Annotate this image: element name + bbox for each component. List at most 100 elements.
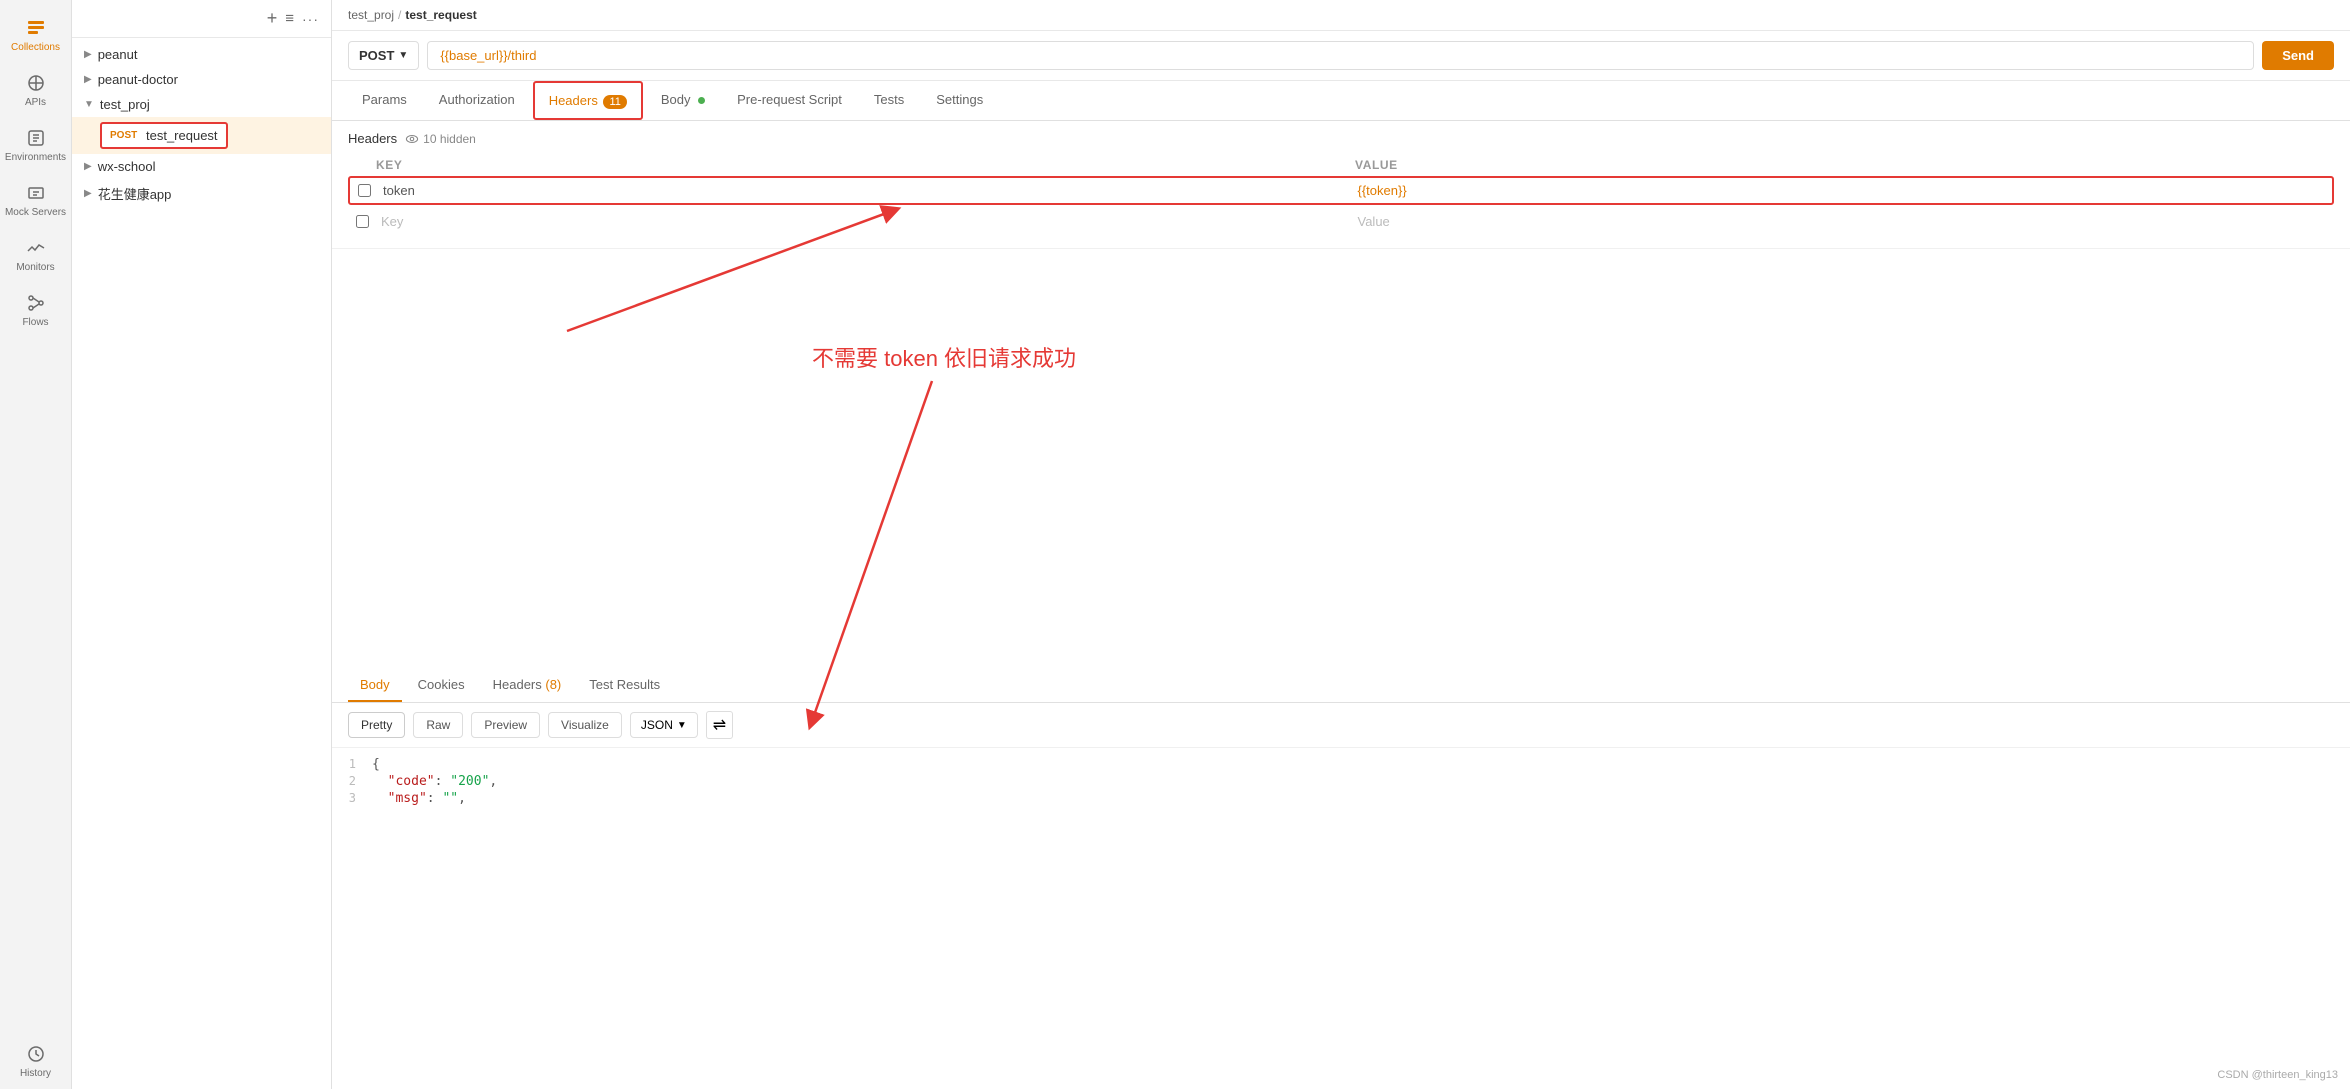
sidebar-item-apis[interactable]: APIs xyxy=(0,63,71,118)
hidden-badge: 10 hidden xyxy=(405,132,476,146)
tab-body[interactable]: Body xyxy=(647,82,719,119)
main-content: test_proj / test_request POST ▼ Send Par… xyxy=(332,0,2350,1089)
code-value-code: "200" xyxy=(450,774,489,789)
code-value-msg: "" xyxy=(442,791,458,806)
apis-icon xyxy=(26,73,46,93)
url-bar: POST ▼ Send xyxy=(332,31,2350,81)
header-row-token: token {{token}} xyxy=(348,176,2334,205)
sidebar-item-environments[interactable]: Environments xyxy=(0,118,71,173)
collection-item-peanut-doctor[interactable]: ▶ peanut-doctor xyxy=(72,67,331,92)
collection-item-peanut[interactable]: ▶ peanut xyxy=(72,42,331,67)
header-value-token: {{token}} xyxy=(1358,183,2333,198)
tab-settings[interactable]: Settings xyxy=(922,82,997,119)
tab-params-label: Params xyxy=(362,92,407,107)
sidebar-item-monitors[interactable]: Monitors xyxy=(0,228,71,283)
request-label: test_request xyxy=(146,128,218,143)
tab-settings-label: Settings xyxy=(936,92,983,107)
tab-params[interactable]: Params xyxy=(348,82,421,119)
value-col-header: VALUE xyxy=(1355,158,2334,172)
key-col-header: KEY xyxy=(348,158,1355,172)
chevron-right-icon: ▶ xyxy=(84,161,92,172)
collection-item-test-proj[interactable]: ▼ test_proj xyxy=(72,92,331,117)
breadcrumb-project: test_proj xyxy=(348,8,394,22)
collection-item-huasheng[interactable]: ▶ 花生健康app xyxy=(72,179,331,208)
sidebar-icons: Collections APIs Environments Mock Serve… xyxy=(0,0,72,1089)
more-button[interactable]: ··· xyxy=(302,11,319,27)
watermark: CSDN @thirteen_king13 xyxy=(2217,1069,2338,1081)
json-format-select[interactable]: JSON ▼ xyxy=(630,712,698,738)
format-pretty-button[interactable]: Pretty xyxy=(348,712,405,738)
method-dropdown-icon: ▼ xyxy=(398,50,408,61)
chevron-right-icon: ▶ xyxy=(84,188,92,199)
headers-badge: 11 xyxy=(603,95,626,109)
line-num-2: 2 xyxy=(332,774,372,788)
response-tab-body[interactable]: Body xyxy=(348,669,402,702)
format-preview-button[interactable]: Preview xyxy=(471,712,540,738)
monitors-icon xyxy=(26,238,46,258)
add-collection-button[interactable]: + xyxy=(267,8,278,29)
active-request-box: POST test_request xyxy=(100,122,228,149)
response-tab-headers[interactable]: Headers (8) xyxy=(481,669,574,702)
tab-headers[interactable]: Headers 11 xyxy=(533,81,643,120)
filter-button[interactable]: ≡ xyxy=(285,10,294,27)
collection-label: 花生健康app xyxy=(98,184,172,203)
header-checkbox-empty[interactable] xyxy=(356,215,369,228)
request-tabs: Params Authorization Headers 11 Body Pre… xyxy=(332,81,2350,121)
response-format-bar: Pretty Raw Preview Visualize JSON ▼ ⇌ xyxy=(332,703,2350,748)
response-tab-cookies-label: Cookies xyxy=(418,677,465,692)
collections-toolbar: + ≡ ··· xyxy=(72,0,331,38)
environments-label: Environments xyxy=(5,152,66,163)
tab-authorization[interactable]: Authorization xyxy=(425,82,529,119)
response-tab-cookies[interactable]: Cookies xyxy=(406,669,477,702)
tab-pre-request-script[interactable]: Pre-request Script xyxy=(723,82,856,119)
content-wrapper: Headers 10 hidden KEY VALUE token {{toke… xyxy=(332,121,2350,1089)
request-item-test-request[interactable]: POST test_request xyxy=(72,117,331,154)
sidebar-item-history[interactable]: History xyxy=(0,1034,71,1089)
sidebar-item-collections[interactable]: Collections xyxy=(0,8,71,63)
line-num-1: 1 xyxy=(332,757,372,771)
format-raw-button[interactable]: Raw xyxy=(413,712,463,738)
collections-panel: + ≡ ··· ▶ peanut ▶ peanut-doctor ▼ test_… xyxy=(72,0,332,1089)
header-key-empty: Key xyxy=(377,214,1358,229)
header-row-empty: Key Value xyxy=(348,209,2334,234)
headers-table-header: KEY VALUE xyxy=(348,154,2334,176)
response-section: Body Cookies Headers (8) Test Results Pr… xyxy=(332,669,2350,1089)
response-tab-test-results[interactable]: Test Results xyxy=(577,669,672,702)
code-brace-open: { xyxy=(372,757,380,772)
response-tab-headers-label: Headers xyxy=(493,677,542,692)
sidebar-item-flows[interactable]: Flows xyxy=(0,283,71,338)
headers-section: Headers 10 hidden KEY VALUE token {{toke… xyxy=(332,121,2350,249)
collections-label: Collections xyxy=(11,42,60,53)
history-label: History xyxy=(20,1068,51,1079)
tab-headers-label: Headers xyxy=(549,93,598,108)
wrap-icon[interactable]: ⇌ xyxy=(706,711,733,739)
code-key-msg: "msg" xyxy=(372,791,427,806)
tab-pre-request-label: Pre-request Script xyxy=(737,92,842,107)
code-key-code: "code" xyxy=(372,774,435,789)
header-value-empty: Value xyxy=(1358,214,2335,229)
response-tabs: Body Cookies Headers (8) Test Results xyxy=(332,669,2350,703)
method-select[interactable]: POST ▼ xyxy=(348,41,419,70)
collection-label: peanut-doctor xyxy=(98,72,178,87)
header-checkbox-token[interactable] xyxy=(358,184,371,197)
collection-item-wx-school[interactable]: ▶ wx-school xyxy=(72,154,331,179)
body-dot xyxy=(698,97,705,104)
tab-tests[interactable]: Tests xyxy=(860,82,918,119)
chevron-right-icon: ▶ xyxy=(84,49,92,60)
collection-label: peanut xyxy=(98,47,138,62)
format-visualize-button[interactable]: Visualize xyxy=(548,712,622,738)
code-line-2: 2 "code" : "200" , xyxy=(332,773,2350,790)
send-button[interactable]: Send xyxy=(2262,41,2334,70)
mock-servers-label: Mock Servers xyxy=(5,207,66,218)
sidebar-item-mock-servers[interactable]: Mock Servers xyxy=(0,173,71,228)
response-headers-badge: (8) xyxy=(545,677,561,692)
monitors-label: Monitors xyxy=(16,262,54,273)
history-icon xyxy=(26,1044,46,1064)
breadcrumb: test_proj / test_request xyxy=(348,8,2334,22)
collections-icon xyxy=(26,18,46,38)
collection-label: test_proj xyxy=(100,97,150,112)
url-input[interactable] xyxy=(427,41,2254,70)
json-label: JSON xyxy=(641,718,673,732)
line-num-3: 3 xyxy=(332,791,372,805)
breadcrumb-separator: / xyxy=(398,8,401,22)
